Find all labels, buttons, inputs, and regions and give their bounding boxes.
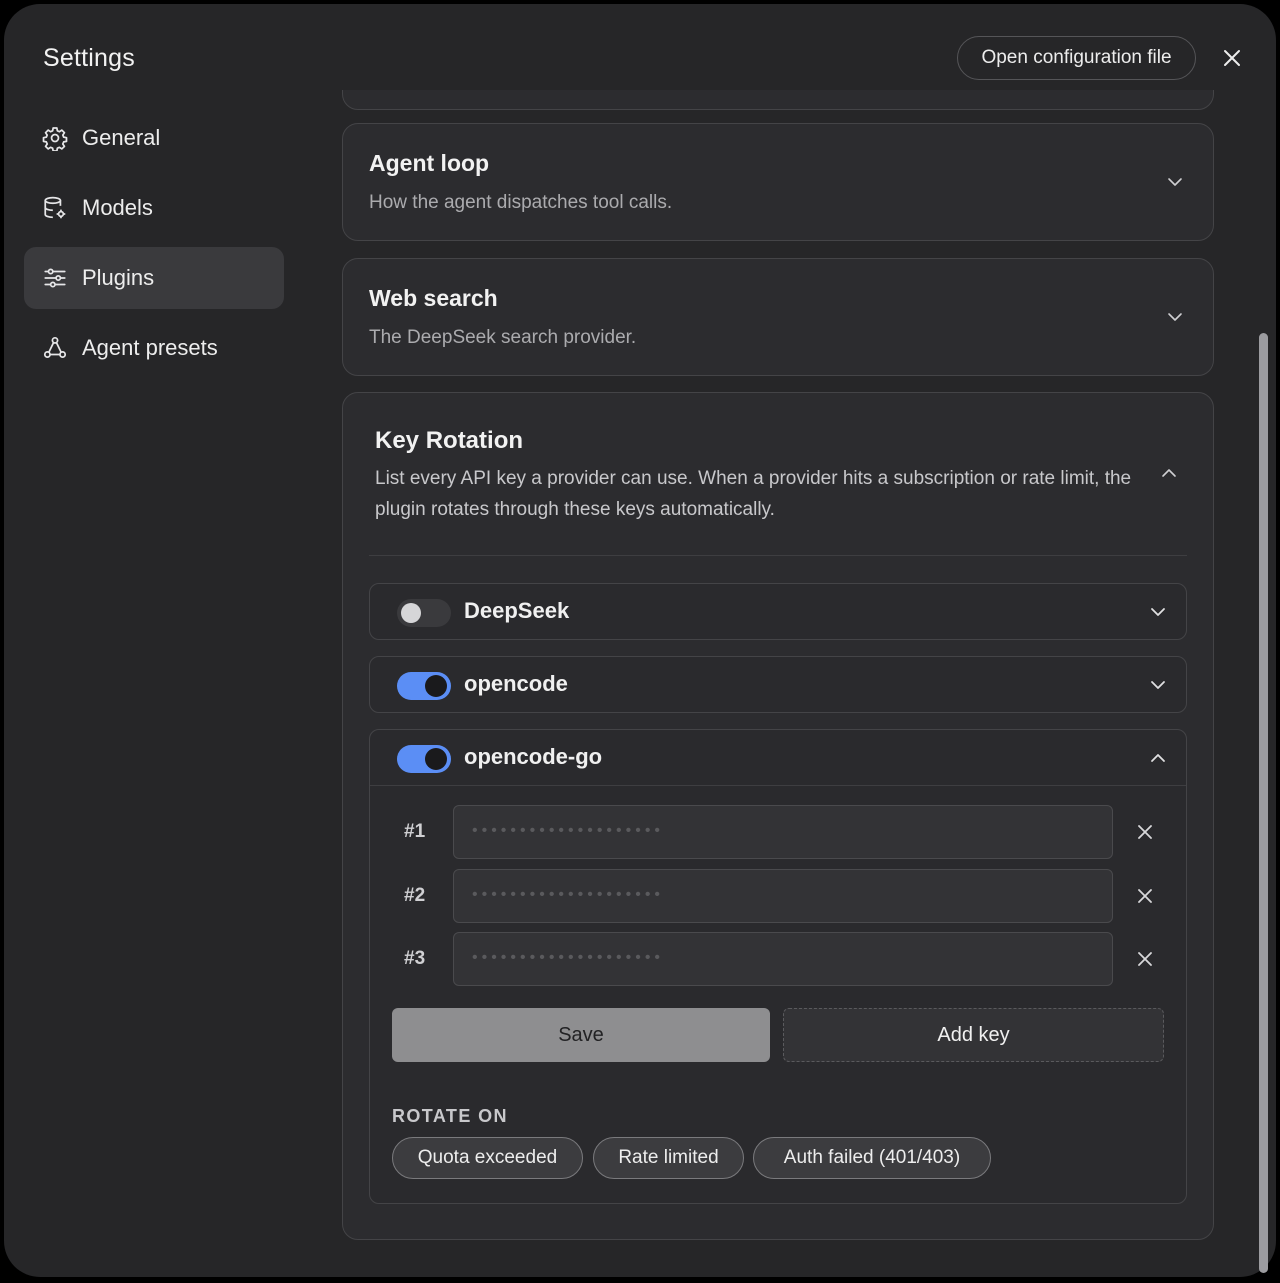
opencode-toggle[interactable]	[397, 672, 451, 700]
key-row: #2 ••••••••••••••••••••	[370, 869, 1186, 923]
key-row: #1 ••••••••••••••••••••	[370, 805, 1186, 859]
divider	[369, 555, 1187, 556]
chevron-down-icon[interactable]	[1165, 172, 1185, 192]
key-label: #2	[404, 885, 426, 906]
agent-loop-description: How the agent dispatches tool calls.	[369, 192, 673, 213]
chip-rate-limited[interactable]: Rate limited	[593, 1137, 744, 1179]
sidebar-item-general[interactable]: General	[24, 107, 284, 169]
sidebar-item-label: Plugins	[82, 265, 155, 290]
nodes-icon	[42, 335, 68, 361]
key-rotation-section: Key Rotation List every API key a provid…	[342, 392, 1214, 1240]
settings-window: Settings General Models Plugins Agent pr…	[4, 4, 1276, 1277]
sidebar-item-models[interactable]: Models	[24, 177, 284, 239]
sidebar-item-agent-presets[interactable]: Agent presets	[24, 317, 284, 379]
provider-deepseek[interactable]: DeepSeek	[369, 583, 1187, 640]
add-key-button[interactable]: Add key	[783, 1008, 1164, 1062]
rotate-on-label: ROTATE ON	[392, 1106, 508, 1126]
chevron-up-icon[interactable]	[1159, 463, 1179, 483]
chip-quota-exceeded[interactable]: Quota exceeded	[392, 1137, 583, 1179]
provider-opencode-go: opencode-go #1 •••••••••••••••••••• #2 •…	[369, 729, 1187, 1204]
key-label: #1	[404, 821, 426, 842]
web-search-description: The DeepSeek search provider.	[369, 327, 637, 348]
sidebar-item-label: Models	[82, 195, 153, 220]
chevron-down-icon[interactable]	[1148, 675, 1168, 695]
sidebar-item-label: General	[82, 125, 161, 150]
close-icon[interactable]	[1135, 949, 1155, 969]
provider-opencode[interactable]: opencode	[369, 656, 1187, 713]
collapsed-card-above[interactable]	[342, 90, 1214, 110]
deepseek-toggle[interactable]	[397, 599, 451, 627]
close-icon[interactable]	[1135, 886, 1155, 906]
database-gear-icon	[42, 195, 68, 221]
settings-title: Settings	[43, 44, 135, 72]
opencode-go-toggle[interactable]	[397, 745, 451, 773]
divider	[370, 785, 1186, 786]
close-icon[interactable]	[1135, 822, 1155, 842]
chip-auth-failed[interactable]: Auth failed (401/403)	[753, 1137, 991, 1179]
sidebar-item-plugins[interactable]: Plugins	[24, 247, 284, 309]
web-search-section[interactable]: Web search The DeepSeek search provider.	[342, 258, 1214, 376]
save-button[interactable]: Save	[392, 1008, 770, 1062]
scrollbar-thumb[interactable]	[1259, 333, 1268, 1273]
web-search-title: Web search	[369, 285, 498, 311]
open-configuration-file-button[interactable]: Open configuration file	[957, 36, 1196, 80]
provider-name: DeepSeek	[464, 598, 570, 623]
provider-name: opencode-go	[464, 744, 603, 769]
key-label: #3	[404, 948, 426, 969]
chevron-down-icon[interactable]	[1165, 307, 1185, 327]
settings-content[interactable]: Agent loop How the agent dispatches tool…	[304, 90, 1254, 1277]
chevron-up-icon[interactable]	[1148, 748, 1168, 768]
sidebar-item-label: Agent presets	[82, 335, 218, 360]
gear-icon	[42, 125, 68, 151]
chevron-down-icon[interactable]	[1148, 602, 1168, 622]
key-rotation-title: Key Rotation	[375, 427, 524, 454]
key-row: #3 ••••••••••••••••••••	[370, 932, 1186, 986]
agent-loop-title: Agent loop	[369, 150, 490, 176]
agent-loop-section[interactable]: Agent loop How the agent dispatches tool…	[342, 123, 1214, 241]
sliders-icon	[42, 265, 68, 291]
provider-name: opencode	[464, 671, 568, 696]
key-rotation-description: List every API key a provider can use. W…	[375, 468, 1132, 520]
api-key-input[interactable]: ••••••••••••••••••••	[453, 932, 1113, 986]
api-key-input[interactable]: ••••••••••••••••••••	[453, 805, 1113, 859]
api-key-input[interactable]: ••••••••••••••••••••	[453, 869, 1113, 923]
close-icon[interactable]	[1218, 44, 1246, 72]
